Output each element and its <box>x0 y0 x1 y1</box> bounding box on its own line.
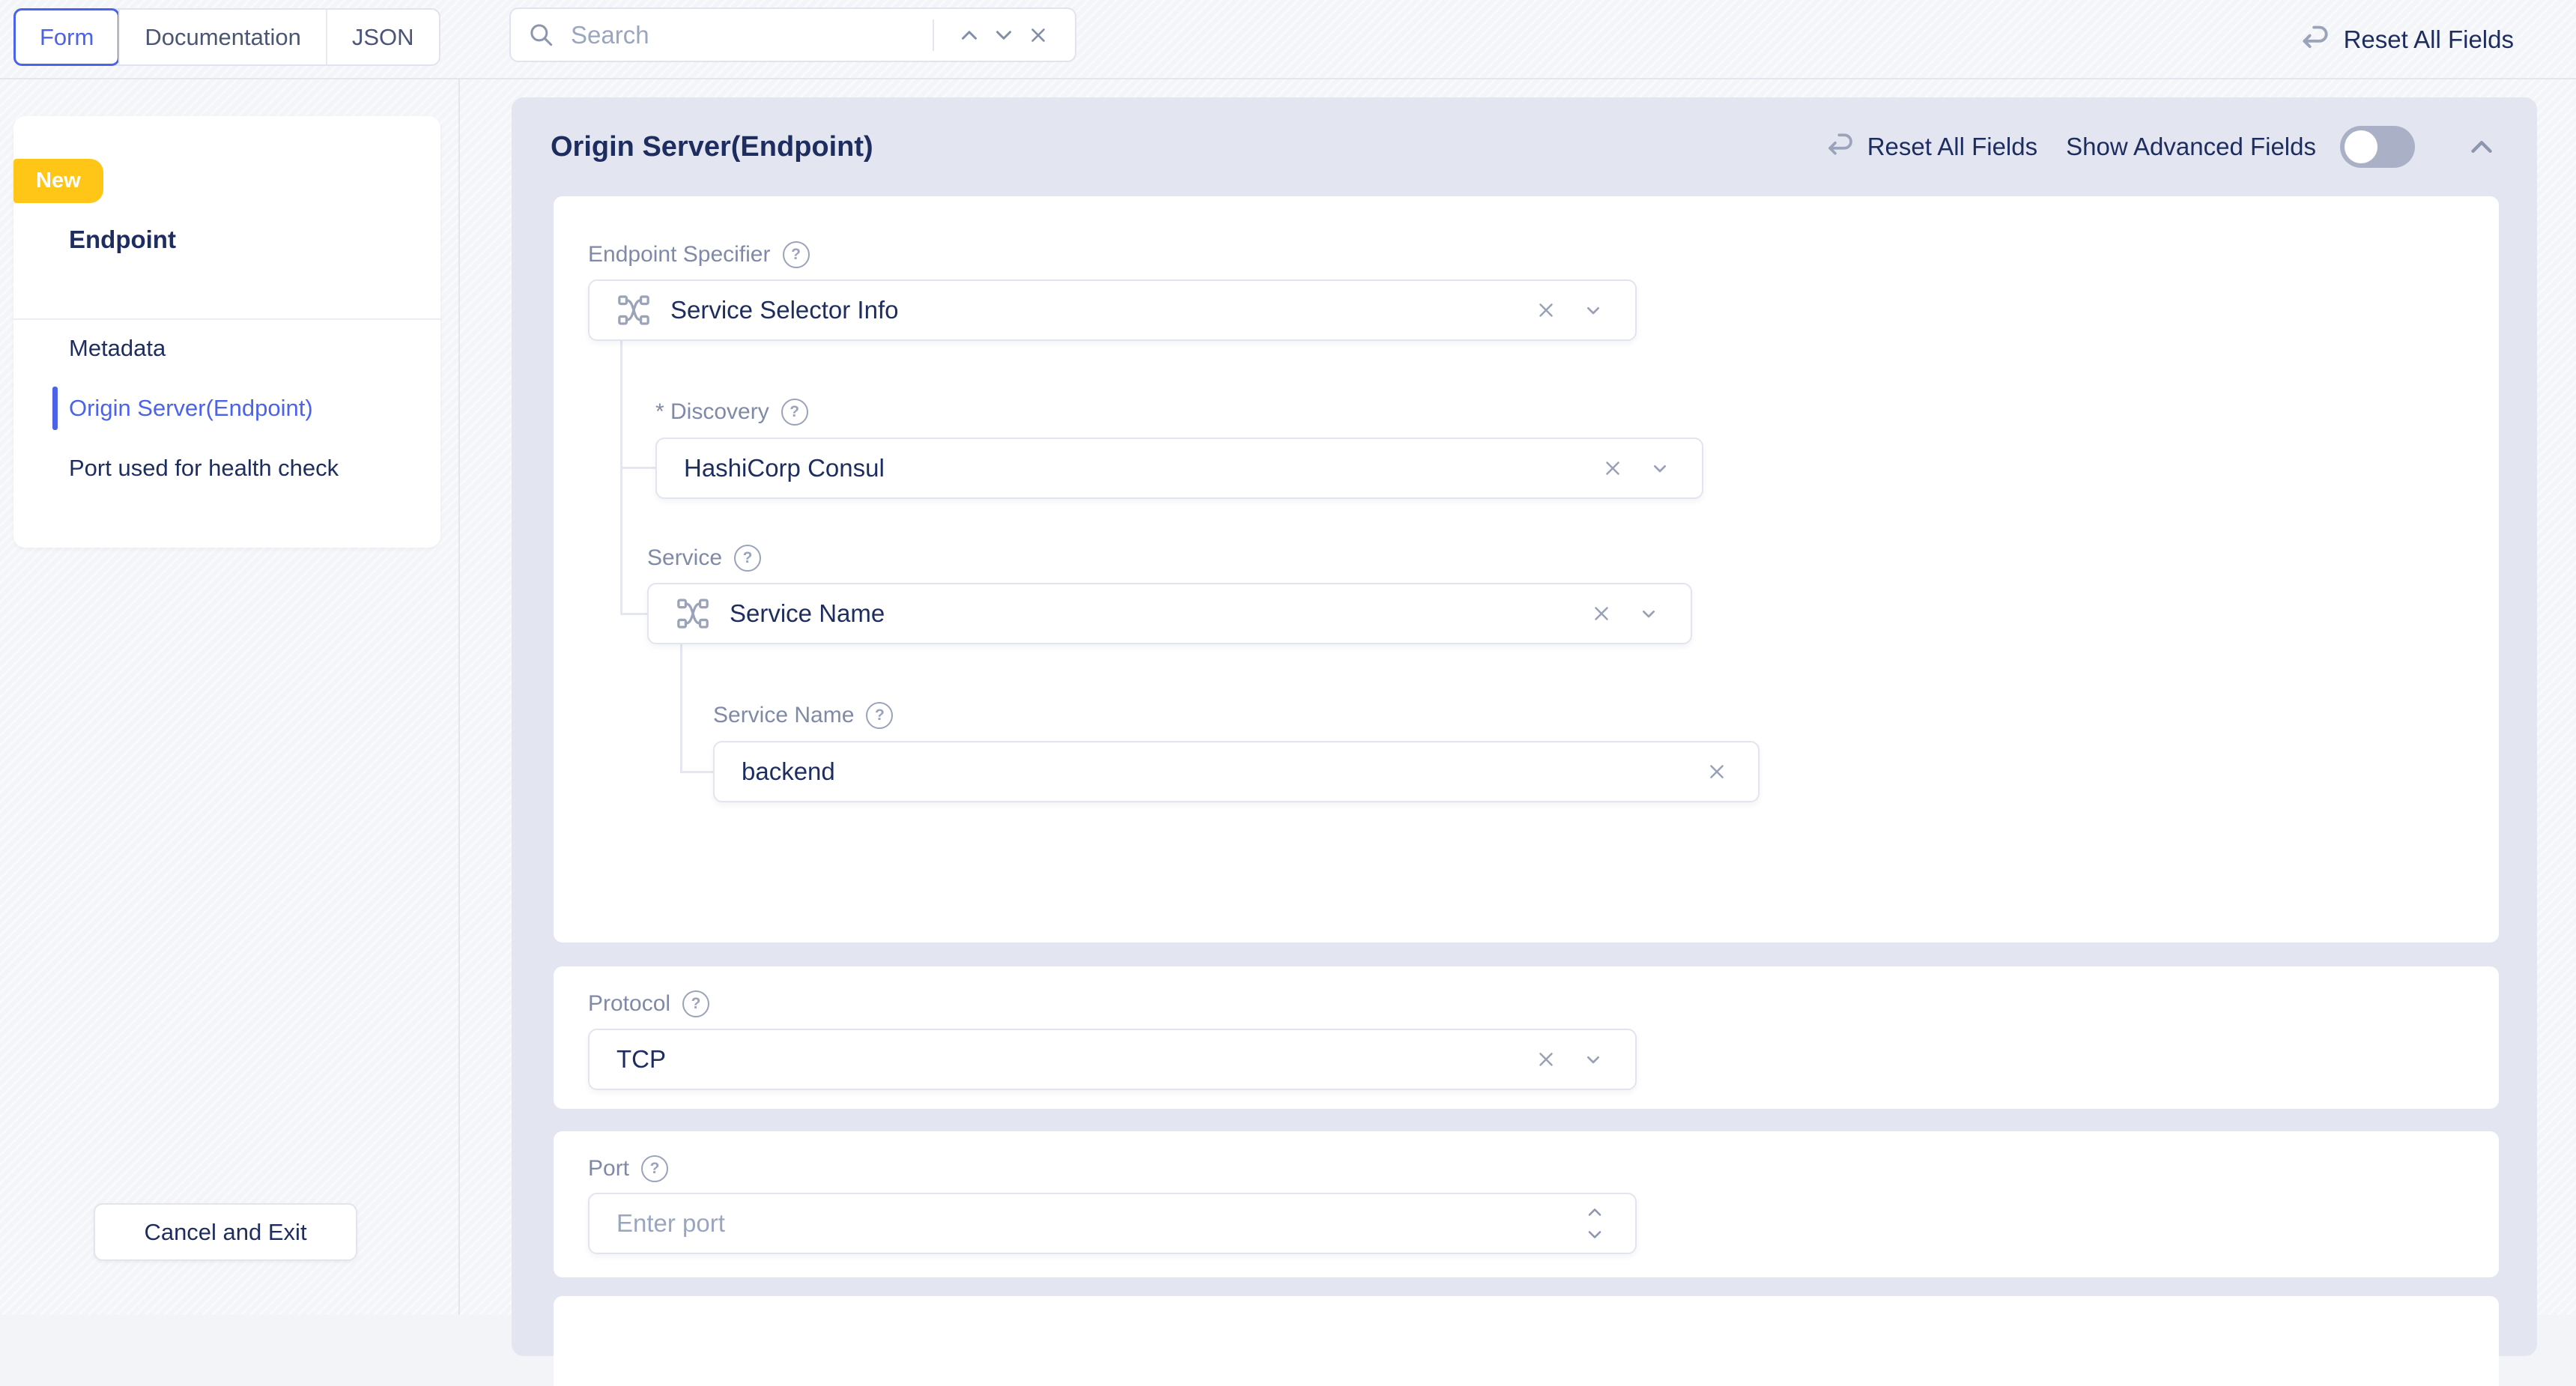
sidebar-card: New Endpoint Metadata Origin Server(Endp… <box>13 116 440 548</box>
search-divider <box>933 19 934 51</box>
toggle-knob <box>2345 130 2378 163</box>
tree-connector <box>680 644 682 773</box>
protocol-select[interactable]: TCP <box>588 1029 1637 1090</box>
collapse-panel-button[interactable] <box>2464 130 2499 164</box>
clear-icon[interactable] <box>1706 760 1728 783</box>
select-value: TCP <box>616 1045 666 1074</box>
discovery-select[interactable]: HashiCorp Consul <box>655 438 1703 499</box>
tab-documentation[interactable]: Documentation <box>118 10 326 64</box>
sidebar-item-metadata[interactable]: Metadata <box>13 318 440 378</box>
sidebar-item-label: Origin Server(Endpoint) <box>69 395 313 422</box>
search-prev-icon[interactable] <box>952 18 987 52</box>
service-name-label: Service Name <box>713 699 893 732</box>
endpoint-specifier-select[interactable]: Service Selector Info <box>588 279 1637 341</box>
panel-reset-all-label: Reset All Fields <box>1867 133 2037 161</box>
sidebar-item-label: Port used for health check <box>69 455 339 482</box>
discovery-label: * Discovery <box>655 396 808 429</box>
search-bar <box>509 7 1076 62</box>
help-icon[interactable] <box>734 545 761 572</box>
tab-form[interactable]: Form <box>15 10 118 64</box>
show-advanced-fields-toggle[interactable] <box>2340 126 2415 168</box>
stepper-down-icon[interactable] <box>1584 1226 1605 1244</box>
port-section: Port <box>554 1131 2499 1277</box>
field-label-text: Endpoint Specifier <box>588 242 771 267</box>
tree-connector <box>620 341 622 615</box>
field-label-text: Port <box>588 1156 629 1181</box>
origin-server-panel: Origin Server(Endpoint) Reset All Fields… <box>512 97 2537 1356</box>
reset-all-fields-button[interactable]: Reset All Fields <box>2299 0 2514 79</box>
next-section-partial <box>554 1296 2499 1386</box>
chevron-down-icon[interactable] <box>1581 1047 1605 1071</box>
sidebar-nav: Metadata Origin Server(Endpoint) Port us… <box>13 318 440 498</box>
service-label: Service <box>647 542 761 575</box>
help-icon[interactable] <box>783 241 810 268</box>
help-icon[interactable] <box>866 702 893 729</box>
help-icon[interactable] <box>641 1155 668 1182</box>
port-label: Port <box>588 1152 668 1185</box>
cancel-and-exit-button[interactable]: Cancel and Exit <box>94 1203 357 1261</box>
tree-connector <box>620 467 655 469</box>
port-input-wrap <box>588 1193 1637 1254</box>
protocol-section: Protocol TCP <box>554 966 2499 1109</box>
service-name-input-wrap <box>713 741 1760 802</box>
page: Form Documentation JSON Reset A <box>0 0 2576 1315</box>
service-name-input[interactable] <box>742 757 1706 786</box>
show-advanced-fields-label: Show Advanced Fields <box>2066 133 2316 161</box>
view-tabs: Form Documentation JSON <box>13 8 440 66</box>
sidebar-heading: Endpoint <box>69 226 176 254</box>
tree-connector <box>620 613 647 615</box>
main-content: Origin Server(Endpoint) Reset All Fields… <box>461 79 2576 1315</box>
field-label-text: Service <box>647 545 722 571</box>
chevron-down-icon[interactable] <box>1648 456 1672 480</box>
port-stepper <box>1584 1203 1605 1244</box>
stepper-up-icon[interactable] <box>1584 1203 1605 1221</box>
selector-icon <box>616 293 651 327</box>
undo-icon <box>1825 131 1856 163</box>
selector-icon <box>676 596 710 631</box>
search-clear-icon[interactable] <box>1021 18 1055 52</box>
port-input[interactable] <box>616 1209 1584 1238</box>
chevron-down-icon[interactable] <box>1581 298 1605 322</box>
reset-all-fields-label: Reset All Fields <box>2344 25 2514 54</box>
field-label-text: Service Name <box>713 703 854 728</box>
topbar: Form Documentation JSON Reset A <box>0 0 2576 79</box>
protocol-label: Protocol <box>588 987 709 1020</box>
tree-connector <box>680 771 713 773</box>
clear-icon[interactable] <box>1535 299 1557 321</box>
endpoint-specifier-section: Endpoint Specifier Service Selector Info <box>554 196 2499 942</box>
field-label-text: Protocol <box>588 991 670 1017</box>
clear-icon[interactable] <box>1601 457 1624 479</box>
endpoint-specifier-label: Endpoint Specifier <box>588 238 810 271</box>
panel-header: Origin Server(Endpoint) Reset All Fields… <box>512 97 2537 196</box>
help-icon[interactable] <box>682 990 709 1017</box>
search-icon <box>527 21 556 49</box>
search-input[interactable] <box>571 21 925 49</box>
select-value: Service Selector Info <box>670 296 898 324</box>
active-indicator <box>52 387 58 430</box>
select-value: HashiCorp Consul <box>684 454 885 482</box>
panel-reset-all-fields-button[interactable]: Reset All Fields <box>1825 131 2037 163</box>
tab-json[interactable]: JSON <box>326 10 439 64</box>
panel-header-actions: Reset All Fields Show Advanced Fields <box>1825 126 2499 168</box>
sidebar-item-health-check-port[interactable]: Port used for health check <box>13 438 440 498</box>
search-next-icon[interactable] <box>987 18 1021 52</box>
select-value: Service Name <box>730 599 885 628</box>
sidebar: New Endpoint Metadata Origin Server(Endp… <box>0 79 460 1315</box>
service-select[interactable]: Service Name <box>647 583 1692 644</box>
clear-icon[interactable] <box>1590 602 1613 625</box>
undo-icon <box>2299 23 2332 56</box>
panel-title: Origin Server(Endpoint) <box>551 131 873 163</box>
chevron-down-icon[interactable] <box>1637 602 1661 626</box>
clear-icon[interactable] <box>1535 1048 1557 1071</box>
sidebar-item-origin-server[interactable]: Origin Server(Endpoint) <box>13 378 440 438</box>
new-badge: New <box>13 159 103 203</box>
field-label-text: * Discovery <box>655 399 769 425</box>
help-icon[interactable] <box>781 399 808 426</box>
sidebar-item-label: Metadata <box>69 335 166 362</box>
